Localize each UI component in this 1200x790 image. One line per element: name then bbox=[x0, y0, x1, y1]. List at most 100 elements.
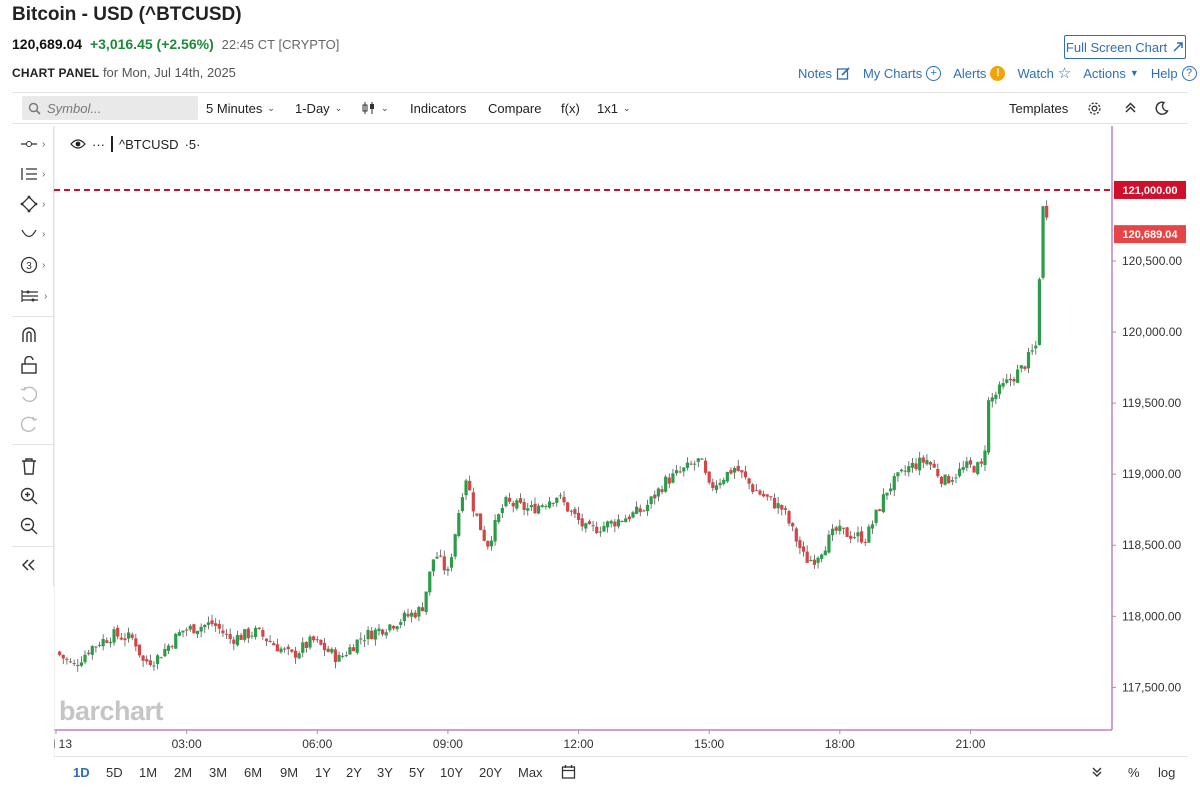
zoom-out-button[interactable] bbox=[20, 514, 54, 538]
help-link[interactable]: Help ? bbox=[1151, 66, 1197, 81]
line-tool[interactable]: › bbox=[20, 132, 54, 156]
candle-body bbox=[276, 644, 279, 651]
candle-body bbox=[501, 508, 504, 513]
my-charts-link[interactable]: My Charts + bbox=[863, 66, 941, 81]
candle-body bbox=[562, 497, 565, 502]
watch-link[interactable]: Watch ☆ bbox=[1017, 64, 1071, 82]
candle-body bbox=[1045, 206, 1048, 218]
chevron-down-icon: ⌄ bbox=[335, 103, 343, 114]
pattern-tool[interactable]: › bbox=[20, 284, 54, 308]
compare-button[interactable]: Compare bbox=[488, 101, 541, 116]
candle-body bbox=[189, 626, 192, 630]
interval-dropdown[interactable]: 5 Minutes⌄ bbox=[206, 101, 275, 116]
candle-body bbox=[642, 510, 645, 511]
candle-body bbox=[689, 464, 692, 465]
delete-button[interactable] bbox=[20, 454, 54, 478]
candle-body bbox=[399, 622, 402, 625]
y-tick-label: 117,500.00 bbox=[1122, 680, 1181, 694]
range-3m[interactable]: 3M bbox=[209, 765, 227, 780]
indicators-label: Indicators bbox=[410, 101, 466, 116]
curve-tool[interactable]: › bbox=[20, 222, 54, 246]
chart-type-dropdown[interactable]: ⌄ bbox=[362, 101, 389, 115]
range-9m[interactable]: 9M bbox=[280, 765, 298, 780]
range-2m[interactable]: 2M bbox=[174, 765, 192, 780]
calendar-icon[interactable] bbox=[561, 764, 576, 779]
percent-toggle[interactable]: % bbox=[1128, 765, 1140, 780]
alerts-label: Alerts bbox=[953, 66, 986, 81]
collapse-sidebar-button[interactable] bbox=[20, 553, 54, 577]
redo-button[interactable] bbox=[20, 413, 54, 437]
candle-body bbox=[239, 635, 242, 640]
candle-body bbox=[1016, 369, 1019, 382]
fib-tool[interactable]: › bbox=[20, 162, 54, 186]
price-chart[interactable]: 117,500.00118,000.00118,500.00119,000.00… bbox=[54, 126, 1188, 756]
templates-button[interactable]: Templates bbox=[1009, 101, 1068, 116]
candle-body bbox=[356, 640, 359, 653]
candle-body bbox=[675, 470, 678, 473]
candle-body bbox=[813, 560, 816, 565]
candle-body bbox=[657, 489, 660, 497]
candle-body bbox=[475, 514, 478, 516]
range-1y[interactable]: 1Y bbox=[315, 765, 331, 780]
count-tool[interactable]: 3› bbox=[20, 253, 54, 277]
candle-body bbox=[102, 639, 105, 646]
period-dropdown[interactable]: 1-Day ⌄ bbox=[295, 101, 342, 116]
lock-tool[interactable] bbox=[20, 353, 54, 377]
magnet-tool[interactable] bbox=[20, 323, 54, 347]
chevron-right-icon: › bbox=[42, 199, 45, 210]
magnet-icon bbox=[20, 326, 38, 344]
eye-icon[interactable] bbox=[70, 138, 86, 150]
actions-menu[interactable]: Actions ▼ bbox=[1083, 66, 1139, 81]
candle-body bbox=[319, 640, 322, 645]
dark-mode-toggle[interactable] bbox=[1154, 101, 1169, 116]
candle-body bbox=[428, 572, 431, 593]
full-screen-chart-button[interactable]: Full Screen Chart bbox=[1064, 35, 1186, 59]
notes-link[interactable]: Notes bbox=[798, 66, 851, 81]
alerts-link[interactable]: Alerts ! bbox=[953, 66, 1005, 81]
candle-body bbox=[998, 385, 1001, 395]
range-5d[interactable]: 5D bbox=[106, 765, 123, 780]
caret-down-icon: ▼ bbox=[1130, 68, 1139, 78]
settings-button[interactable] bbox=[1087, 101, 1102, 116]
log-toggle[interactable]: log bbox=[1158, 765, 1175, 780]
candle-body bbox=[878, 509, 881, 511]
candle-body bbox=[726, 472, 729, 481]
range-2y[interactable]: 2Y bbox=[346, 765, 362, 780]
shape-tool[interactable]: › bbox=[20, 192, 54, 216]
candle-body bbox=[922, 458, 925, 463]
undo-button[interactable] bbox=[20, 383, 54, 407]
period-label: 1-Day bbox=[295, 101, 330, 116]
range-1d[interactable]: 1D bbox=[73, 765, 90, 780]
indicators-button[interactable]: Indicators bbox=[410, 101, 466, 116]
divider bbox=[12, 444, 54, 445]
candle-body bbox=[83, 655, 86, 662]
collapse-button[interactable] bbox=[1124, 101, 1137, 114]
range-20y[interactable]: 20Y bbox=[479, 765, 502, 780]
x-tick-label: Jul 13 bbox=[54, 737, 72, 751]
candle-body bbox=[192, 624, 195, 633]
candle-body bbox=[559, 495, 562, 496]
candle-body bbox=[831, 529, 834, 535]
candle-body bbox=[882, 494, 885, 512]
more-icon[interactable]: ··· bbox=[92, 137, 105, 152]
candlestick-icon bbox=[362, 101, 376, 115]
candle-body bbox=[933, 464, 936, 468]
actions-label: Actions bbox=[1083, 66, 1126, 81]
candle-body bbox=[406, 614, 409, 617]
range-max[interactable]: Max bbox=[518, 765, 543, 780]
layout-dropdown[interactable]: 1x1⌄ bbox=[597, 101, 631, 116]
range-5y[interactable]: 5Y bbox=[409, 765, 425, 780]
range-3y[interactable]: 3Y bbox=[377, 765, 393, 780]
zoom-in-button[interactable] bbox=[20, 484, 54, 508]
chart-area[interactable]: 117,500.00118,000.00118,500.00119,000.00… bbox=[54, 126, 1188, 756]
symbol-search-input[interactable]: Symbol... bbox=[22, 96, 198, 120]
range-10y[interactable]: 10Y bbox=[440, 765, 463, 780]
range-1m[interactable]: 1M bbox=[139, 765, 157, 780]
range-6m[interactable]: 6M bbox=[244, 765, 262, 780]
candle-body bbox=[838, 526, 841, 531]
double-chevron-down-icon[interactable] bbox=[1091, 766, 1103, 778]
candle-body bbox=[824, 551, 827, 556]
candle-body bbox=[348, 647, 351, 654]
fx-button[interactable]: f(x) bbox=[561, 101, 580, 116]
candle-body bbox=[806, 552, 809, 563]
